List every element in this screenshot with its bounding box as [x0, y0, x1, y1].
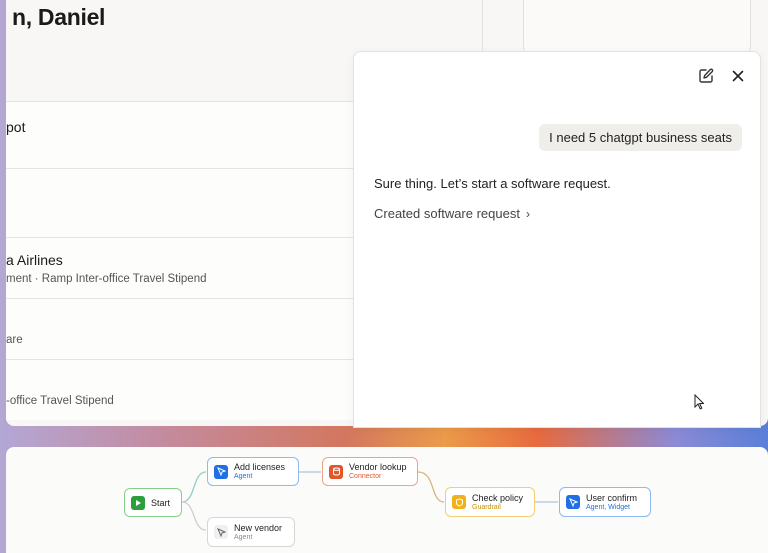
node-label: Check policy [472, 492, 524, 503]
node-label: New vendor [234, 522, 283, 533]
user-message: I need 5 chatgpt business seats [539, 124, 742, 151]
agent-icon [214, 464, 228, 479]
divider [482, 0, 483, 52]
list-item[interactable] [6, 168, 366, 237]
chevron-right-icon: › [525, 207, 530, 221]
node-type: Agent [234, 533, 253, 541]
assistant-reply: Sure thing. Let’s start a software reque… [374, 176, 611, 191]
edit-icon[interactable] [697, 67, 715, 85]
connector-icon [329, 464, 343, 479]
software-request-link[interactable]: Created software request › [374, 206, 530, 221]
request-list: pot a Airlines ment · Ramp Inter-office … [6, 101, 366, 420]
node-type: Agent [234, 473, 253, 480]
list-item[interactable]: -office Travel Stipend [6, 359, 366, 420]
list-item[interactable]: a Airlines ment · Ramp Inter-office Trav… [6, 237, 366, 298]
list-item[interactable]: are [6, 298, 366, 359]
mouse-cursor-icon [694, 394, 704, 410]
close-icon[interactable] [729, 67, 747, 85]
greeting-title: n, Daniel [12, 4, 106, 30]
workflow-node-check-policy[interactable]: Check policy Guardrail [445, 487, 535, 517]
node-label: Add licenses [234, 462, 286, 472]
chat-panel: I need 5 chatgpt business seats Sure thi… [353, 51, 761, 428]
node-label: Vendor lookup [349, 462, 407, 472]
workflow-canvas: Start Add licenses Agent Vendor lookup Con… [6, 447, 768, 553]
play-icon [131, 495, 145, 510]
agent-icon [566, 495, 580, 509]
node-label: Start [151, 497, 171, 508]
agent-icon [214, 525, 228, 539]
workflow-node-user-confirm[interactable]: User confirm Agent, Widget [559, 487, 651, 517]
workflow-node-vendor-lookup[interactable]: Vendor lookup Connector [322, 457, 418, 486]
workflow-node-new-vendor[interactable]: New vendor Agent [207, 517, 295, 547]
list-item-subtitle: are [6, 334, 23, 346]
workflow-node-add-licenses[interactable]: Add licenses Agent [207, 457, 299, 486]
list-item-subtitle: -office Travel Stipend [6, 395, 114, 407]
workflow-node-start[interactable]: Start [124, 488, 182, 517]
node-type: Guardrail [472, 503, 501, 511]
side-panel [523, 0, 751, 55]
guardrail-icon [452, 495, 466, 509]
list-item-title: pot [6, 119, 26, 135]
list-item-title: a Airlines [6, 252, 63, 268]
node-type: Connector [349, 473, 382, 480]
list-item-subtitle: ment · Ramp Inter-office Travel Stipend [6, 273, 207, 285]
node-label: User confirm [586, 492, 638, 503]
node-type: Agent, Widget [586, 503, 630, 511]
link-label: Created software request [374, 206, 520, 221]
list-item[interactable]: pot [6, 101, 366, 168]
